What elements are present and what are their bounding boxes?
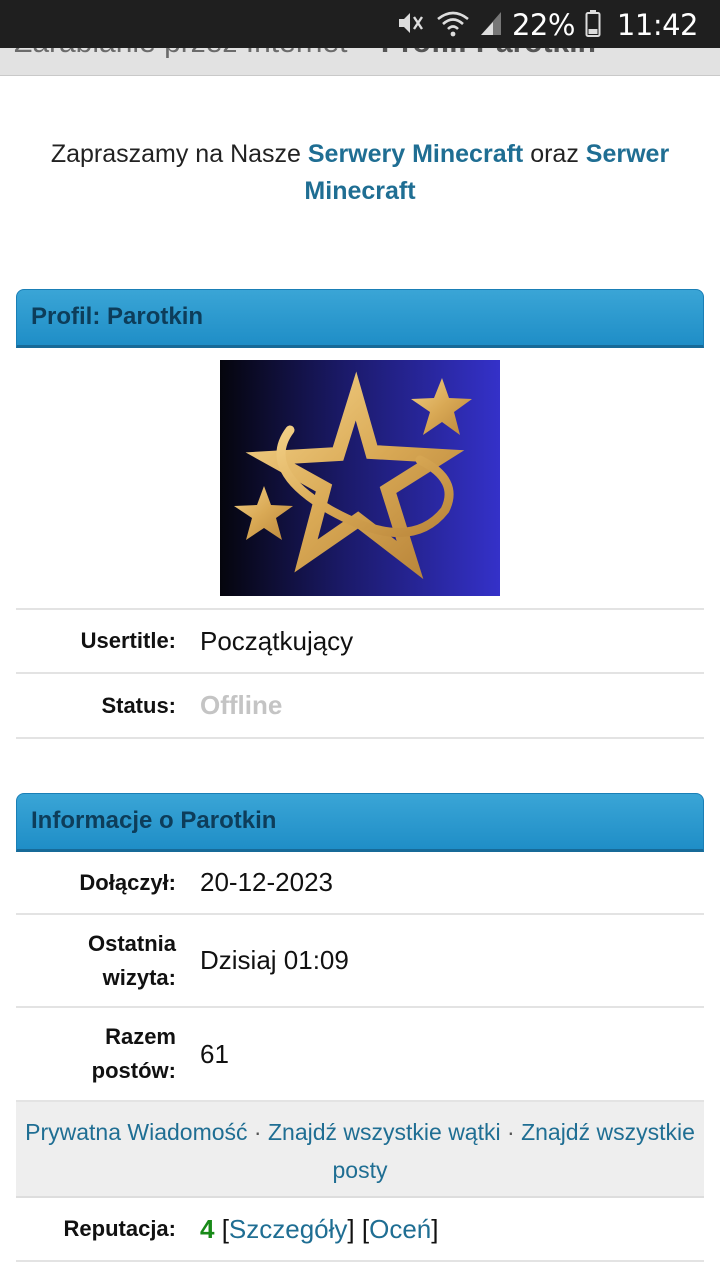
profile-actions: Prywatna Wiadomość · Znajdź wszystkie wą… xyxy=(16,1102,704,1198)
avatar xyxy=(220,360,500,596)
usertitle-label: Usertitle: xyxy=(80,628,176,653)
page-header: Zarabianie przez Internet – Profil: Paro… xyxy=(0,48,720,76)
private-message-link[interactable]: Prywatna Wiadomość xyxy=(25,1119,247,1145)
usertitle-value: Początkujący xyxy=(200,625,354,656)
profile-panel-header: Profil: Parotkin xyxy=(16,289,704,348)
row-reputation: Reputacja: 4 [Szczegóły] [Oceń] xyxy=(16,1198,704,1262)
promo-banner: Zapraszamy na Nasze Serwery Minecraft or… xyxy=(20,136,700,210)
separator: · xyxy=(247,1119,268,1145)
mute-icon xyxy=(396,9,426,41)
status-label: Status: xyxy=(101,692,176,718)
battery-percent: 22% xyxy=(511,8,575,42)
row-usertitle: Usertitle: Początkujący xyxy=(16,608,704,674)
row-total-posts: Razem postów: 61 xyxy=(16,1008,704,1102)
reputation-rate-link[interactable]: Oceń xyxy=(369,1214,431,1244)
row-last-visit: Ostatnia wizyta: Dzisiaj 01:09 xyxy=(16,915,704,1008)
total-posts-label: Razem postów: xyxy=(91,1024,176,1083)
page-title: Profil: Parotkin xyxy=(381,48,596,59)
site-title: Zarabianie przez Internet xyxy=(14,48,348,59)
clock: 11:42 xyxy=(616,8,699,42)
title-separator: – xyxy=(348,48,381,59)
total-posts-value: 61 xyxy=(200,1038,229,1069)
joined-value: 20-12-2023 xyxy=(200,867,333,897)
status-value: Offline xyxy=(200,690,283,720)
status-bar: 22% 11:42 xyxy=(0,0,720,48)
reputation-value: 4 xyxy=(200,1213,215,1244)
last-visit-value: Dzisiaj 01:09 xyxy=(200,945,349,975)
last-visit-label: Ostatnia wizyta: xyxy=(87,930,176,990)
page-header-text: Zarabianie przez Internet – Profil: Paro… xyxy=(14,48,596,60)
joined-label: Dołączył: xyxy=(79,869,176,895)
info-panel-header: Informacje o Parotkin xyxy=(16,793,704,852)
reputation-label: Reputacja: xyxy=(63,1216,176,1241)
reputation-value-group: 4 [Szczegóły] [Oceń] xyxy=(200,1213,439,1244)
separator: · xyxy=(500,1119,522,1145)
row-status: Status: Offline xyxy=(16,674,704,739)
reputation-details-link[interactable]: Szczegóły xyxy=(229,1214,348,1244)
wifi-icon xyxy=(436,9,470,41)
row-joined: Dołączył: 20-12-2023 xyxy=(16,852,704,915)
link-minecraft-servers[interactable]: Serwery Minecraft xyxy=(308,140,523,168)
signal-icon xyxy=(480,10,502,40)
battery-icon xyxy=(585,9,601,41)
promo-prefix: Zapraszamy na Nasze xyxy=(50,140,308,168)
find-threads-link[interactable]: Znajdź wszystkie wątki xyxy=(268,1119,501,1145)
promo-middle: oraz xyxy=(523,140,586,168)
